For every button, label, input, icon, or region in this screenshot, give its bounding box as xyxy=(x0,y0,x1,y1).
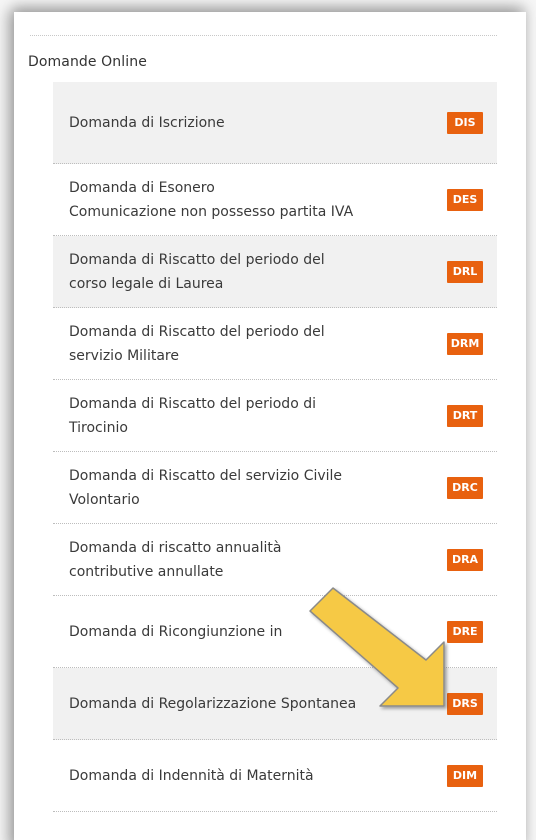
screenshot-frame: Domande Online Domanda di Iscrizione DIS… xyxy=(0,0,536,840)
menu-item-regolarizzazione[interactable]: Domanda di Regolarizzazione Spontanea DR… xyxy=(53,668,497,740)
menu-item-label: Domanda di Indennità di Maternità xyxy=(69,767,314,784)
menu-item-label: Domanda di Riscatto del periodo del cors… xyxy=(69,251,325,292)
badge-dis[interactable]: DIS xyxy=(447,111,483,134)
badge-dre[interactable]: DRE xyxy=(447,620,483,643)
badge-drc[interactable]: DRC xyxy=(447,476,483,499)
menu-item-label: Domanda di Iscrizione xyxy=(69,114,225,131)
menu-item-label: Domanda di Esonero Comunicazione non pos… xyxy=(69,179,354,220)
menu-item-riscatto-tirocinio[interactable]: Domanda di Riscatto del periodo di Tiroc… xyxy=(53,380,497,452)
menu-item-riscatto-laurea[interactable]: Domanda di Riscatto del periodo del cors… xyxy=(53,236,497,308)
menu-item-riscatto-militare[interactable]: Domanda di Riscatto del periodo del serv… xyxy=(53,308,497,380)
menu-item-ricongiunzione[interactable]: Domanda di Ricongiunzione in DRE xyxy=(53,596,497,668)
menu-item-maternita[interactable]: Domanda di Indennità di Maternità DIM xyxy=(53,740,497,812)
badge-drt[interactable]: DRT xyxy=(447,404,483,427)
online-requests-menu: Domanda di Iscrizione DIS Domanda di Eso… xyxy=(53,82,497,812)
badge-des[interactable]: DES xyxy=(447,188,483,211)
menu-item-label: Domanda di Riscatto del periodo di Tiroc… xyxy=(69,395,316,436)
menu-item-label: Domanda di Riscatto del servizio Civile … xyxy=(69,467,343,508)
menu-item-riscatto-annualita[interactable]: Domanda di riscatto annualità contributi… xyxy=(53,524,497,596)
top-divider xyxy=(30,35,497,36)
menu-item-label: Domanda di Riscatto del periodo del serv… xyxy=(69,323,325,364)
menu-item-label: Domanda di Ricongiunzione in xyxy=(69,623,283,640)
section-title: Domande Online xyxy=(28,54,147,70)
menu-item-esonero[interactable]: Domanda di Esonero Comunicazione non pos… xyxy=(53,164,497,236)
badge-drs[interactable]: DRS xyxy=(447,692,483,715)
badge-dra[interactable]: DRA xyxy=(447,548,483,571)
menu-item-riscatto-civile[interactable]: Domanda di Riscatto del servizio Civile … xyxy=(53,452,497,524)
badge-dim[interactable]: DIM xyxy=(447,764,483,787)
badge-drm[interactable]: DRM xyxy=(447,332,483,355)
menu-item-label: Domanda di Regolarizzazione Spontanea xyxy=(69,695,357,712)
badge-drl[interactable]: DRL xyxy=(447,260,483,283)
menu-item-label: Domanda di riscatto annualità contributi… xyxy=(69,539,282,580)
menu-item-iscrizione[interactable]: Domanda di Iscrizione DIS xyxy=(53,82,497,164)
